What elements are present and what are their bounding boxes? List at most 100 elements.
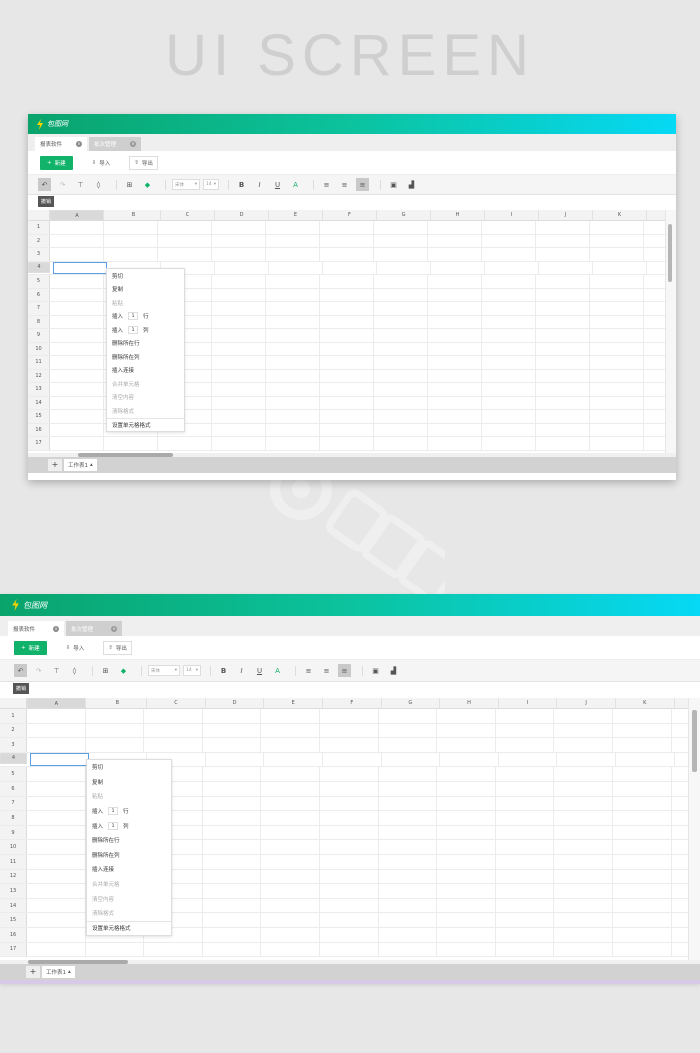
grid-cell[interactable]	[554, 825, 613, 840]
grid-cell[interactable]	[379, 869, 438, 884]
tab-report-software[interactable]: 报表软件 ×	[8, 621, 64, 636]
grid-cell[interactable]	[554, 854, 613, 869]
grid-cell[interactable]	[374, 410, 428, 423]
chart-icon[interactable]: ▟	[387, 664, 400, 677]
column-header[interactable]: D	[215, 210, 269, 220]
grid-cell[interactable]	[323, 261, 377, 274]
column-header[interactable]: A	[27, 698, 86, 709]
grid-cell[interactable]	[320, 288, 374, 301]
sheet-tab[interactable]: 工作表1 ▴	[42, 966, 75, 978]
row-header[interactable]: 12	[0, 869, 27, 884]
grid-cell[interactable]	[379, 840, 438, 854]
row-header[interactable]: 7	[28, 302, 50, 315]
grid-cell[interactable]	[428, 288, 482, 301]
grid-cell[interactable]	[536, 369, 590, 382]
grid-cell[interactable]	[27, 840, 86, 854]
grid-cell[interactable]	[482, 369, 536, 382]
eraser-icon[interactable]: ◊	[68, 664, 81, 677]
grid-cell[interactable]	[536, 288, 590, 301]
grid-cell[interactable]	[27, 869, 86, 884]
grid-cell[interactable]	[50, 437, 104, 450]
grid-cell[interactable]	[428, 342, 482, 355]
tab-batch-management[interactable]: 批次管理 ×	[66, 621, 122, 636]
tab-report-software[interactable]: 报表软件 ×	[35, 137, 87, 151]
grid-cell[interactable]	[320, 356, 374, 369]
fill-color-icon[interactable]: ◆	[141, 178, 154, 191]
align-center-icon[interactable]: ≡	[320, 664, 333, 677]
grid-cell[interactable]	[27, 796, 86, 811]
grid-cell[interactable]	[482, 275, 536, 288]
grid-cell[interactable]	[437, 738, 496, 752]
grid-cell[interactable]	[212, 315, 266, 328]
grid-cell[interactable]	[86, 709, 145, 723]
underline-button[interactable]: U	[271, 178, 284, 191]
underline-button[interactable]: U	[253, 664, 266, 677]
grid-cell[interactable]	[428, 234, 482, 247]
grid-cell[interactable]	[554, 869, 613, 884]
grid-cell[interactable]	[613, 884, 672, 898]
grid-cell[interactable]	[212, 437, 266, 450]
grid-cell[interactable]	[437, 942, 496, 957]
row-header[interactable]: 5	[0, 767, 27, 781]
grid-cell[interactable]	[613, 709, 672, 723]
grid-cell[interactable]	[320, 709, 379, 723]
grid-cell[interactable]	[496, 840, 555, 854]
format-painter-icon[interactable]: ⊤	[50, 664, 63, 677]
grid-cell[interactable]	[428, 423, 482, 436]
grid-cell[interactable]	[144, 942, 203, 957]
grid-cell[interactable]	[320, 315, 374, 328]
grid-cell[interactable]	[613, 738, 672, 752]
row-header[interactable]: 13	[28, 383, 50, 396]
grid-cell[interactable]	[374, 369, 428, 382]
grid-cell[interactable]	[261, 913, 320, 927]
grid-cell[interactable]	[27, 811, 86, 825]
grid-cell[interactable]	[158, 221, 212, 234]
grid-cell[interactable]	[590, 410, 644, 423]
column-header[interactable]: E	[269, 210, 323, 220]
grid-cell[interactable]	[203, 869, 262, 884]
grid-cell[interactable]	[323, 752, 382, 767]
grid-cell[interactable]	[374, 275, 428, 288]
grid-cell[interactable]	[590, 248, 644, 261]
grid-cell[interactable]	[377, 261, 431, 274]
grid-cell[interactable]	[437, 723, 496, 738]
image-icon[interactable]: ▣	[369, 664, 382, 677]
grid-cell[interactable]	[554, 723, 613, 738]
column-header[interactable]: J	[557, 698, 616, 708]
column-header[interactable]: F	[323, 698, 382, 708]
grid-cell[interactable]	[212, 356, 266, 369]
grid-cell[interactable]	[30, 752, 89, 767]
grid-cell[interactable]	[212, 369, 266, 382]
grid-cell[interactable]	[496, 942, 555, 957]
row-header[interactable]: 6	[28, 288, 50, 301]
fill-color-icon[interactable]: ◆	[117, 664, 130, 677]
font-family-select[interactable]: 宋体 ▾	[172, 179, 200, 190]
grid-cell[interactable]	[379, 825, 438, 840]
grid-cell[interactable]	[482, 437, 536, 450]
vertical-scrollbar[interactable]	[692, 710, 697, 772]
grid-cell[interactable]	[320, 898, 379, 913]
grid-cell[interactable]	[428, 396, 482, 409]
grid-cell[interactable]	[482, 396, 536, 409]
grid-cell[interactable]	[261, 840, 320, 854]
grid-cell[interactable]	[86, 738, 145, 752]
grid-cell[interactable]	[613, 927, 672, 942]
grid-cell[interactable]	[320, 423, 374, 436]
import-button[interactable]: ⇩ 导入	[87, 156, 116, 170]
grid-cell[interactable]	[212, 383, 266, 396]
grid-cell[interactable]	[53, 261, 107, 274]
grid-cell[interactable]	[613, 869, 672, 884]
grid-cell[interactable]	[590, 356, 644, 369]
grid-cell[interactable]	[428, 248, 482, 261]
grid-cell[interactable]	[428, 221, 482, 234]
grid-cell[interactable]	[27, 738, 86, 752]
grid-cell[interactable]	[261, 854, 320, 869]
grid-cell[interactable]	[613, 811, 672, 825]
grid-cell[interactable]	[212, 248, 266, 261]
redo-icon[interactable]: ↷	[56, 178, 69, 191]
grid-cell[interactable]	[50, 315, 104, 328]
grid-cell[interactable]	[203, 781, 262, 796]
grid-cell[interactable]	[203, 927, 262, 942]
grid-cell[interactable]	[320, 234, 374, 247]
grid-cell[interactable]	[379, 884, 438, 898]
